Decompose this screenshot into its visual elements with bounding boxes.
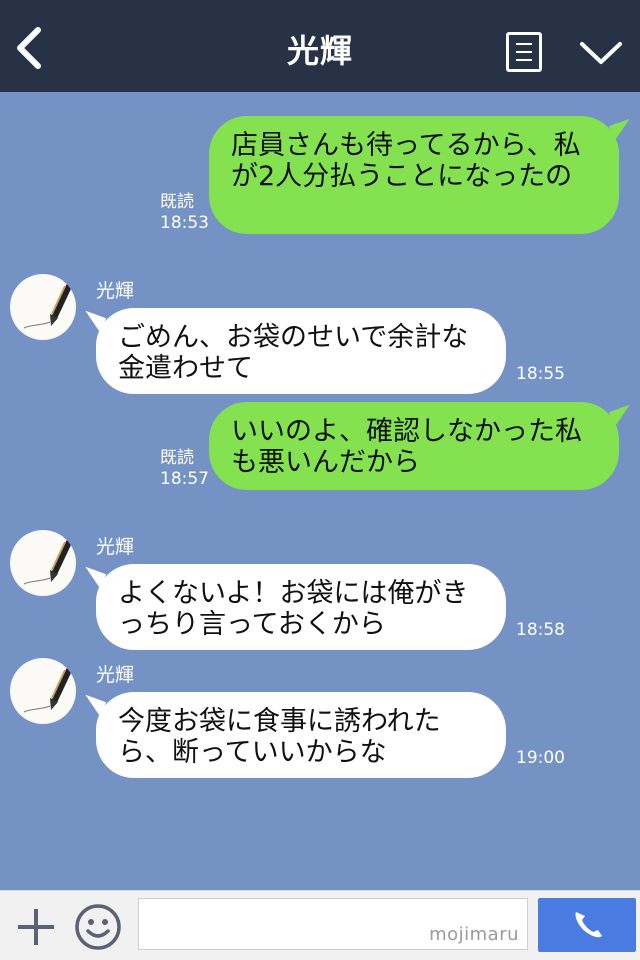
smile-icon xyxy=(75,904,121,950)
incoming-message[interactable]: ごめん、お袋のせいで余計な金遣わせて xyxy=(79,308,506,394)
message-text: 店員さんも待ってるから、私が2人分払うことになったの xyxy=(231,130,581,192)
avatar[interactable] xyxy=(10,530,76,596)
watermark: mojimaru xyxy=(429,924,519,945)
fountain-pen-avatar xyxy=(23,666,73,713)
incoming-message[interactable]: よくないよ！お袋には俺がきっちり言っておくから xyxy=(79,564,506,650)
message-time: 18:53 xyxy=(160,213,209,233)
fountain-pen-avatar xyxy=(23,538,73,585)
outgoing-message[interactable]: いいのよ、確認しなかった私も悪いんだから xyxy=(209,402,636,490)
message-text: ごめん、お袋のせいで余計な金遣わせて xyxy=(118,322,469,384)
phone-icon xyxy=(575,912,602,938)
bubble-tail xyxy=(608,118,636,142)
list-icon-line xyxy=(516,51,532,53)
menu-button[interactable] xyxy=(506,32,542,72)
message-list[interactable]: 既読 18:53 店員さんも待ってるから、私が2人分払うことになったの 光輝 ご… xyxy=(0,92,640,890)
call-button[interactable] xyxy=(538,898,636,952)
add-button[interactable] xyxy=(14,905,58,949)
bubble-tail xyxy=(79,694,107,718)
avatar[interactable] xyxy=(10,658,76,724)
message-time: 18:58 xyxy=(516,620,565,640)
avatar[interactable] xyxy=(10,274,76,340)
chat-header: 光輝 xyxy=(0,0,640,92)
sender-name: 光輝 xyxy=(96,664,135,686)
bubble-tail xyxy=(79,566,107,590)
outgoing-message[interactable]: 店員さんも待ってるから、私が2人分払うことになったの xyxy=(209,116,636,234)
list-icon xyxy=(516,43,532,45)
sender-name: 光輝 xyxy=(96,280,135,302)
bubble-tail xyxy=(79,310,107,334)
message-text: 今度お袋に食事に誘われたら、断っていいからな xyxy=(118,706,441,768)
sender-name: 光輝 xyxy=(96,536,135,558)
input-bar: mojimaru xyxy=(0,890,640,960)
read-receipt: 既読 xyxy=(160,448,194,468)
incoming-message[interactable]: 今度お袋に食事に誘われたら、断っていいからな xyxy=(79,692,506,778)
chat-title: 光輝 xyxy=(286,32,353,70)
emoji-button[interactable] xyxy=(74,903,122,951)
bubble-tail xyxy=(608,404,636,428)
message-text: よくないよ！お袋には俺がきっちり言っておくから xyxy=(118,578,469,640)
fountain-pen-avatar xyxy=(23,282,73,329)
message-time: 19:00 xyxy=(516,748,565,768)
read-receipt: 既読 xyxy=(160,192,194,212)
message-time: 18:55 xyxy=(516,364,565,384)
message-input[interactable]: mojimaru xyxy=(138,898,528,950)
chevron-down-icon xyxy=(580,42,622,64)
more-options-button[interactable] xyxy=(578,36,624,70)
list-icon-line xyxy=(516,59,532,61)
message-text: いいのよ、確認しなかった私も悪いんだから xyxy=(231,416,582,478)
message-time: 18:57 xyxy=(160,469,209,489)
plus-icon xyxy=(18,909,54,945)
